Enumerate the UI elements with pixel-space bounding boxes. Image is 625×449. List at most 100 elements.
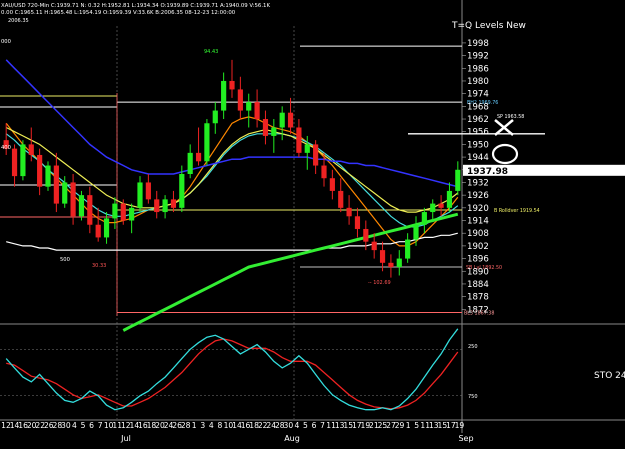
price-tick-label: 1890	[467, 267, 489, 277]
candle-body	[53, 165, 59, 204]
left-axis-label: 500	[60, 257, 70, 263]
candle-body	[446, 190, 453, 208]
price-tick-label: 1896	[467, 255, 489, 265]
candle-body	[120, 203, 126, 221]
candle-body	[296, 127, 302, 153]
candle-body	[103, 218, 110, 238]
x-tick-label: 5	[303, 421, 308, 430]
x-tick-label: 7	[320, 421, 325, 430]
month-label: Jul	[120, 434, 131, 443]
candle-body	[137, 182, 143, 208]
candle-body	[221, 80, 227, 111]
x-tick-label: 8	[217, 421, 222, 430]
candle-body	[246, 102, 252, 111]
price-tick-label: 1986	[467, 64, 489, 74]
x-tick-label: 4	[209, 421, 214, 430]
x-tick-label: 30	[61, 421, 71, 430]
candle-body	[354, 216, 361, 229]
header-line-1: XAU/USD 720-Min C:1939.71 N: 0.32 H:1952…	[1, 3, 270, 9]
x-tick-label: 3	[200, 421, 205, 430]
candle-body	[28, 144, 34, 155]
candle-body	[87, 195, 93, 225]
candle-body	[212, 110, 218, 124]
candle-body	[45, 165, 51, 187]
price-tick-label: 1956	[467, 128, 489, 138]
price-tick-label: 1980	[467, 77, 489, 87]
oscillator-label: STO 24,	[594, 371, 625, 381]
candle-body	[363, 228, 369, 242]
month-label: Aug	[284, 434, 300, 443]
price-tick-label: 1902	[467, 242, 489, 252]
candle-body	[195, 152, 202, 162]
header-line-2: 0.00 C:1965.11 H:1965.48 L:1954.19 O:195…	[1, 10, 236, 16]
candle-body	[430, 203, 436, 213]
oscillator-tick-lower: 750	[468, 394, 478, 400]
candle-body	[170, 199, 177, 208]
header-line-3: 2006.35	[8, 18, 29, 24]
candle-body	[271, 127, 277, 136]
candle-body	[379, 250, 386, 263]
annotation-high: 94.43	[204, 49, 218, 55]
candle-body	[304, 144, 310, 153]
candle-body	[313, 144, 319, 166]
price-tick-label: 1914	[467, 217, 489, 227]
candle-body	[78, 195, 85, 217]
x-tick-label: 1	[406, 421, 411, 430]
candle-body	[145, 182, 151, 200]
candle-body	[329, 178, 335, 191]
candle-body	[37, 154, 43, 187]
price-tick-label: 1968	[467, 102, 489, 112]
price-tick-label: 1932	[467, 178, 489, 188]
candle-body	[154, 199, 160, 213]
price-tick-label: 1950	[467, 140, 489, 150]
chart-title: T=Q Levels New	[451, 21, 526, 31]
candle-body	[179, 174, 185, 208]
candle-body	[254, 102, 260, 120]
price-tick-label: 1926	[467, 191, 489, 201]
candle-body	[287, 112, 294, 128]
candle-body	[62, 182, 68, 204]
candle-body	[20, 144, 26, 177]
left-axis-label: 000	[1, 39, 11, 45]
price-chart: BH2 1969.76SP 1963.58B Rolldver 1919.54S…	[0, 0, 625, 445]
annotation-low: -- 102.69	[368, 280, 391, 286]
left-axis-label: 400	[1, 145, 11, 151]
price-tick-label: 1992	[467, 52, 489, 62]
candle-body	[396, 258, 402, 268]
candle-body	[279, 112, 285, 128]
candle-body	[438, 203, 444, 208]
oscillator-tick-upper: 250	[468, 344, 478, 350]
x-tick-label: 6	[312, 421, 317, 430]
candle-body	[371, 241, 377, 251]
candle-body	[338, 190, 344, 208]
x-tick-label: 29	[395, 421, 405, 430]
price-tick-label: 1998	[467, 39, 489, 49]
price-tick-label: 1908	[467, 229, 489, 239]
x-tick-label: 5	[414, 421, 419, 430]
candle-body	[346, 207, 352, 217]
chart-background	[0, 0, 625, 445]
candle-body	[321, 165, 327, 179]
x-tick-label: 28	[181, 421, 191, 430]
x-tick-label: 7	[98, 421, 103, 430]
price-tick-label: 1878	[467, 293, 489, 303]
month-label: Sep	[458, 434, 473, 443]
level-label-2: SP 1963.58	[497, 114, 524, 120]
candle-body	[229, 80, 235, 90]
candle-body	[413, 224, 419, 240]
x-tick-label: 30	[283, 421, 293, 430]
x-tick-label: 4	[72, 421, 77, 430]
x-tick-label: 4	[294, 421, 299, 430]
candle-body	[95, 224, 101, 238]
candle-body	[237, 89, 243, 111]
price-tick-label: 1872	[467, 305, 489, 315]
candle-body	[187, 152, 193, 174]
candle-body	[388, 262, 394, 268]
price-tick-label: 1884	[467, 280, 489, 290]
candle-body	[129, 207, 135, 221]
candle-body	[262, 119, 269, 136]
level-label-4: B Rolldver 1919.54	[494, 208, 540, 214]
candle-body	[455, 169, 461, 191]
price-tick-label: 1920	[467, 204, 489, 214]
candle-body	[162, 199, 168, 213]
